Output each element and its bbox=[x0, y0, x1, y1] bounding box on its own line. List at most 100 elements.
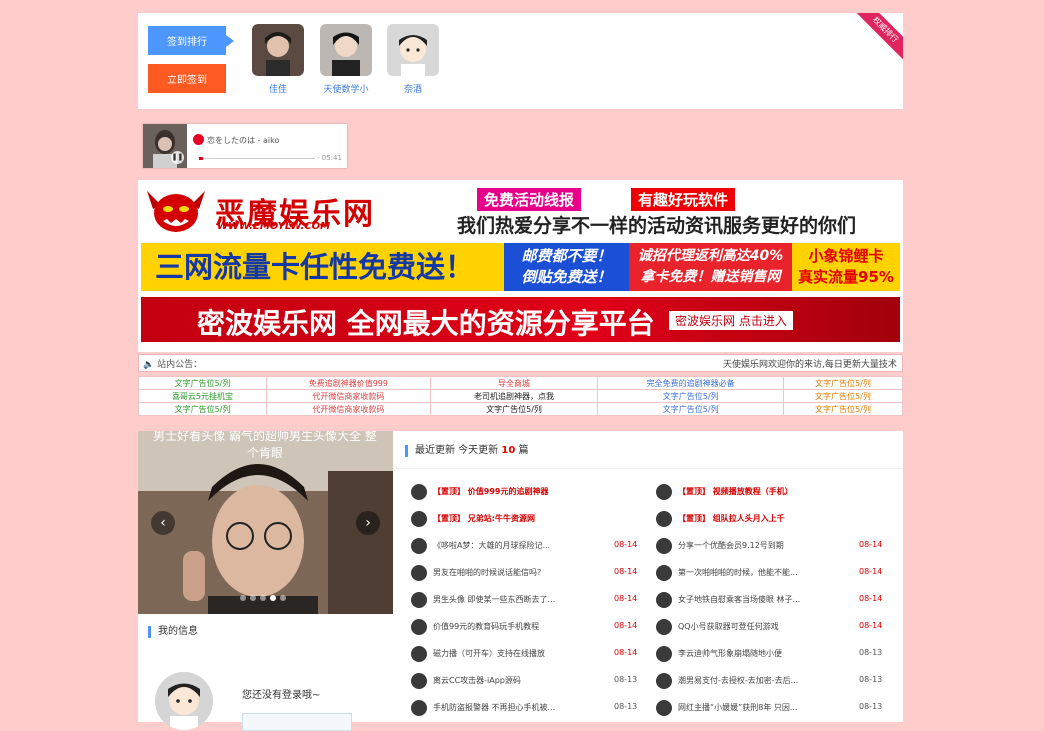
text-ad-link[interactable]: 代开微信商家收款码 bbox=[265, 389, 431, 403]
carousel-dot[interactable] bbox=[240, 595, 246, 601]
text-ad-link[interactable]: 文字广告位5/列 bbox=[782, 389, 904, 403]
banner-mibo-enter[interactable]: 密波娱乐网 点击进入 bbox=[669, 311, 793, 330]
user-name[interactable]: 天使数学小 bbox=[311, 82, 381, 95]
text-ad-link[interactable]: 文字广告位5/列 bbox=[597, 402, 784, 416]
update-title[interactable]: 女子地铁自慰乘客当场傻眼 林子... bbox=[678, 594, 828, 605]
rank-ribbon[interactable]: 权威排行 bbox=[855, 13, 903, 60]
update-title[interactable]: 潮男易支付-去授权-去加密-去后... bbox=[678, 675, 828, 686]
ads-row: 喜哥云5元挂机宝 代开微信商家收款码 老司机追剧神器，点我 文字广告位5/列 文字广告位… bbox=[138, 389, 904, 403]
text-ad-link[interactable]: 喜哥云5元挂机宝 bbox=[138, 389, 267, 403]
update-title[interactable]: 分享一个优酷会员9.12号到期 bbox=[678, 540, 828, 551]
update-item[interactable]: 【置顶】 组队拉人头月入上千 bbox=[656, 511, 892, 527]
text-ad-link[interactable]: 文字广告位5/列 bbox=[597, 389, 784, 403]
banner-mibo[interactable]: 密波娱乐网 全网最大的资源分享平台 密波娱乐网 点击进入 bbox=[141, 297, 900, 342]
update-item[interactable]: 【置顶】 兄弟站:牛牛资源网 bbox=[411, 511, 647, 527]
text-ad-link[interactable]: 完全免费的追剧神器必备 bbox=[597, 376, 784, 390]
text-ad-link[interactable]: 老司机追剧神器，点我 bbox=[429, 389, 599, 403]
update-item[interactable]: 磁力播（可开车）支持在线播放 08-14 bbox=[411, 646, 647, 662]
notice-message[interactable]: 天使娱乐网欢迎你的来访,每日更新大量技术 bbox=[723, 357, 897, 370]
banner-tag-free: 免费活动线报 bbox=[477, 188, 582, 211]
carousel-prev-icon[interactable]: ‹ bbox=[151, 511, 175, 535]
devil-logo-icon bbox=[147, 191, 205, 232]
update-item[interactable]: 分享一个优酷会员9.12号到期 08-14 bbox=[656, 538, 892, 554]
update-date: 08-14 bbox=[614, 594, 638, 603]
text-ad-link[interactable]: 文字广告位5/列 bbox=[782, 376, 904, 390]
update-title[interactable]: 【置顶】 价值999元的追剧神器 bbox=[433, 486, 633, 497]
update-title[interactable]: 网红主播“小媛媛”获刑8年 只因... bbox=[678, 702, 828, 713]
signin-user[interactable]: 天使数学小 bbox=[311, 24, 381, 95]
update-item[interactable]: 价值99元的教育码玩手机教程 08-14 bbox=[411, 619, 647, 635]
text-ad-link[interactable]: 文字广告位5/列 bbox=[429, 402, 599, 416]
banner-sim-koi: 小象锦鲤卡 真实流量95% bbox=[792, 243, 900, 291]
text-ad-link[interactable]: 文字广告位5/列 bbox=[138, 376, 267, 390]
latest-updates-heading: 最近更新 今天更新 10 篇 bbox=[405, 445, 528, 457]
banner-area: 恶魔娱乐网 WWW.EMOYLW.COM 免费活动线报 有趣好玩软件 我们热爱分… bbox=[138, 180, 903, 352]
carousel-dot[interactable] bbox=[250, 595, 256, 601]
login-button[interactable] bbox=[242, 713, 352, 731]
update-item[interactable]: 男生头像 即使某一些东西断去了... 08-14 bbox=[411, 592, 647, 608]
update-title[interactable]: 男友在啪啪的时候说话能信吗？ bbox=[433, 567, 583, 578]
carousel-dot-active[interactable] bbox=[270, 595, 276, 601]
update-item[interactable]: 潮男易支付-去授权-去加密-去后... 08-13 bbox=[656, 673, 892, 689]
banner-emo[interactable]: 恶魔娱乐网 WWW.EMOYLW.COM 免费活动线报 有趣好玩软件 我们热爱分… bbox=[141, 183, 900, 238]
update-thumb-icon bbox=[411, 538, 427, 554]
user-name[interactable]: 奈酒 bbox=[378, 82, 448, 95]
progress-bar[interactable] bbox=[199, 157, 315, 160]
carousel-dots bbox=[240, 595, 286, 601]
signin-rank-button[interactable]: 签到排行 bbox=[148, 26, 234, 55]
text-ad-link[interactable]: 文字广告位5/列 bbox=[782, 402, 904, 416]
signin-user[interactable]: 奈酒 bbox=[378, 24, 448, 95]
music-player[interactable]: ❚❚ 恋をしたのは - aiko - 05:41 bbox=[143, 124, 347, 168]
update-item[interactable]: 男友在啪啪的时候说话能信吗？ 08-14 bbox=[411, 565, 647, 581]
text-ad-link[interactable]: 代开微信商家收款码 bbox=[265, 402, 431, 416]
update-thumb-icon bbox=[411, 565, 427, 581]
carousel-next-icon[interactable]: › bbox=[356, 511, 380, 535]
banner-sim-card[interactable]: 三网流量卡任性免费送！ 邮费都不要！ 倒贴免费送！ 诚招代理返利高达40% 拿卡… bbox=[141, 243, 900, 291]
update-date: 08-13 bbox=[614, 675, 638, 684]
update-title[interactable]: 【置顶】 组队拉人头月入上千 bbox=[678, 513, 878, 524]
text-ad-link[interactable]: 导全商城 bbox=[429, 376, 599, 390]
update-title[interactable]: 第一次啪啪啪的时候，他能不能... bbox=[678, 567, 828, 578]
user-avatar[interactable] bbox=[252, 24, 304, 76]
update-title[interactable]: 《哆啦A梦：大雄的月球探险记... bbox=[433, 540, 583, 551]
update-item[interactable]: 手机防盗报警器 不再担心手机被... 08-13 bbox=[411, 700, 647, 716]
netease-music-icon bbox=[193, 134, 204, 145]
update-title[interactable]: 【置顶】 兄弟站:牛牛资源网 bbox=[433, 513, 633, 524]
update-date: 08-14 bbox=[859, 567, 883, 576]
update-title[interactable]: 男生头像 即使某一些东西断去了... bbox=[433, 594, 583, 605]
pause-icon[interactable]: ❚❚ bbox=[171, 151, 184, 164]
update-title[interactable]: 价值99元的教育码玩手机教程 bbox=[433, 621, 583, 632]
text-ad-link[interactable]: 文字广告位5/列 bbox=[138, 402, 267, 416]
banner-sim-free-line2: 倒贴免费送！ bbox=[521, 268, 612, 286]
update-item[interactable]: 第一次啪啪啪的时候，他能不能... 08-14 bbox=[656, 565, 892, 581]
user-name[interactable]: 佳佳 bbox=[243, 82, 313, 95]
sign-now-button[interactable]: 立即签到 bbox=[148, 64, 226, 93]
update-thumb-icon bbox=[656, 673, 672, 689]
update-item[interactable]: 《哆啦A梦：大雄的月球探险记... 08-14 bbox=[411, 538, 647, 554]
ads-row: 文字广告位5/列 免费追剧神器价值999 导全商城 完全免费的追剧神器必备 文字广告位5… bbox=[138, 376, 904, 390]
update-title[interactable]: 磁力播（可开车）支持在线播放 bbox=[433, 648, 583, 659]
update-title[interactable]: 李云迪帅气形象崩塌随地小便 bbox=[678, 648, 828, 659]
update-title[interactable]: 【置顶】 视频播放教程（手机） bbox=[678, 486, 878, 497]
update-item[interactable]: 李云迪帅气形象崩塌随地小便 08-13 bbox=[656, 646, 892, 662]
carousel-dot[interactable] bbox=[280, 595, 286, 601]
update-item[interactable]: 离云CC攻击器-iApp源码 08-13 bbox=[411, 673, 647, 689]
update-item[interactable]: 【置顶】 价值999元的追剧神器 bbox=[411, 484, 647, 500]
update-title[interactable]: 离云CC攻击器-iApp源码 bbox=[433, 675, 583, 686]
user-avatar[interactable] bbox=[320, 24, 372, 76]
song-title: 恋をしたのは - aiko bbox=[207, 136, 280, 145]
update-title[interactable]: QQ小号获取器可登任何游戏 bbox=[678, 621, 828, 632]
signin-user[interactable]: 佳佳 bbox=[243, 24, 313, 95]
update-thumb-icon bbox=[411, 646, 427, 662]
update-item[interactable]: QQ小号获取器可登任何游戏 08-14 bbox=[656, 619, 892, 635]
update-item[interactable]: 【置顶】 视频播放教程（手机） bbox=[656, 484, 892, 500]
update-item[interactable]: 网红主播“小媛媛”获刑8年 只因... 08-13 bbox=[656, 700, 892, 716]
update-title[interactable]: 手机防盗报警器 不再担心手机被... bbox=[433, 702, 583, 713]
update-date: 08-14 bbox=[614, 567, 638, 576]
carousel-dot[interactable] bbox=[260, 595, 266, 601]
text-ad-link[interactable]: 免费追剧神器价值999 bbox=[265, 376, 431, 390]
update-date: 08-14 bbox=[614, 621, 638, 630]
user-avatar[interactable] bbox=[387, 24, 439, 76]
update-item[interactable]: 女子地铁自慰乘客当场傻眼 林子... 08-14 bbox=[656, 592, 892, 608]
updates-heading-suffix: 篇 bbox=[518, 445, 529, 456]
